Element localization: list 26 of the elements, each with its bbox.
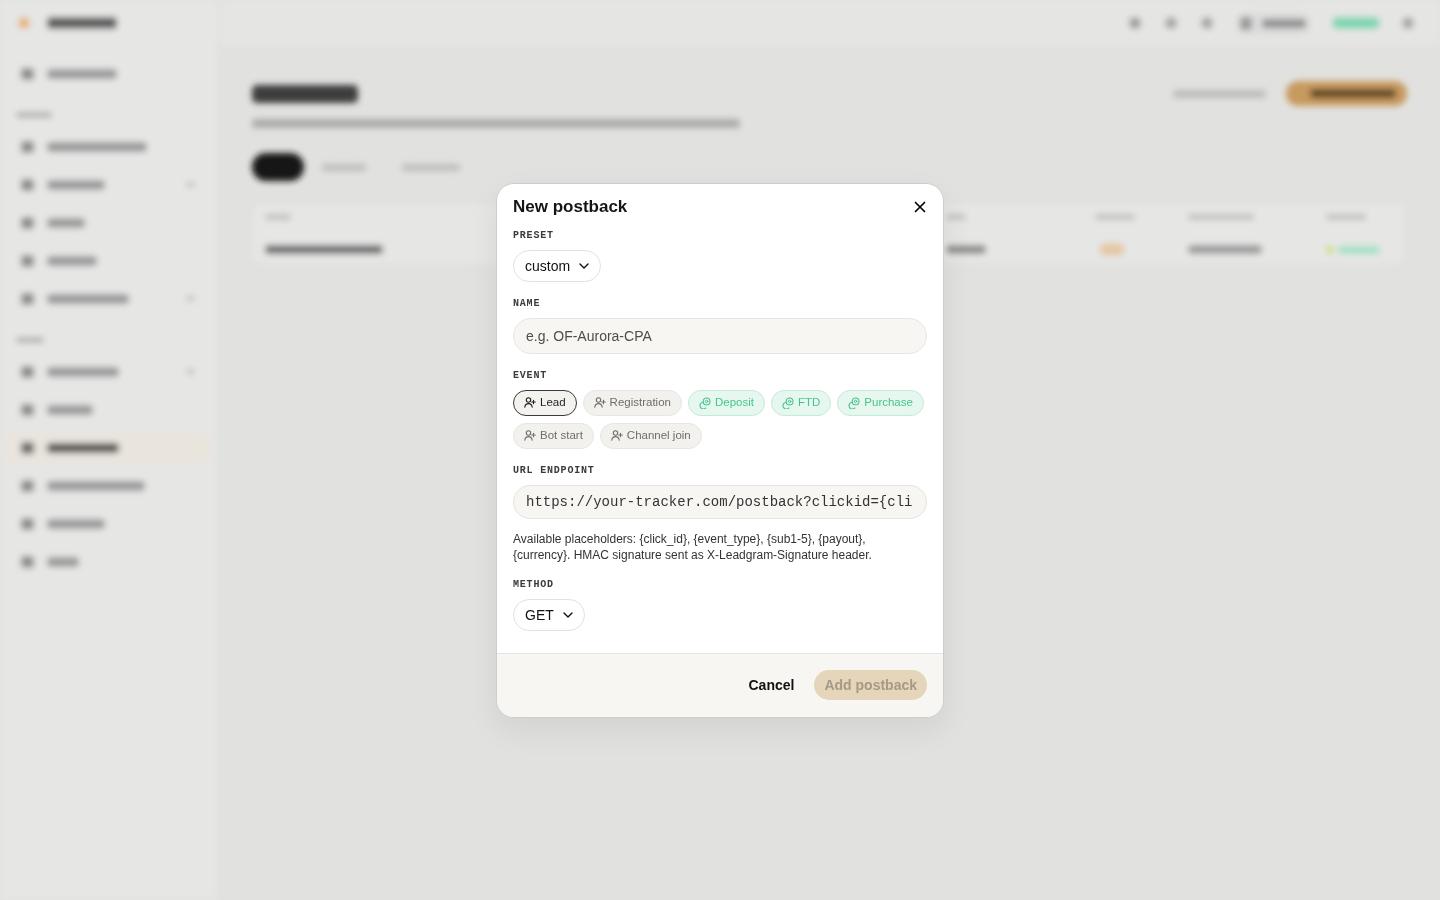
field-label: EVENT — [513, 368, 547, 383]
field-label: METHOD — [513, 577, 554, 592]
coins-icon — [698, 396, 711, 409]
close-icon[interactable] — [914, 200, 926, 213]
field-label: URL ENDPOINT — [513, 463, 595, 478]
person-plus-icon — [524, 430, 536, 441]
dialog-title: New postback — [513, 195, 628, 218]
person-plus-icon — [610, 430, 623, 441]
event-chip[interactable]: Lead — [513, 389, 577, 416]
chevron-down-icon — [562, 611, 573, 618]
field-label: PRESET — [513, 228, 554, 243]
dropdown-select[interactable]: GET — [513, 598, 585, 631]
event-chip[interactable]: Bot start — [513, 422, 594, 449]
field-label: NAME — [513, 296, 541, 311]
event-chip[interactable]: Registration — [582, 389, 682, 416]
dropdown-select[interactable]: custom — [513, 249, 602, 282]
event-chip[interactable]: Channel join — [599, 422, 702, 449]
person-plus-icon — [524, 397, 536, 408]
coins-icon — [781, 396, 794, 409]
url-input-field[interactable]: https://your-tracker.com/postback?clickid={cli — [513, 484, 927, 519]
person-plus-icon — [593, 397, 606, 408]
chevron-down-icon — [579, 262, 590, 269]
coins-icon — [848, 396, 861, 409]
cancel-button[interactable]: Cancel — [748, 674, 795, 696]
help-text: Available placeholders: {click_id}, {event_type}, {sub1-5}, {payout}, {currency}. HMAC signature sent as X-Leadgram-Signature header. — [513, 530, 873, 563]
name-input-field[interactable]: e.g. OF-Aurora-CPA — [513, 317, 927, 354]
